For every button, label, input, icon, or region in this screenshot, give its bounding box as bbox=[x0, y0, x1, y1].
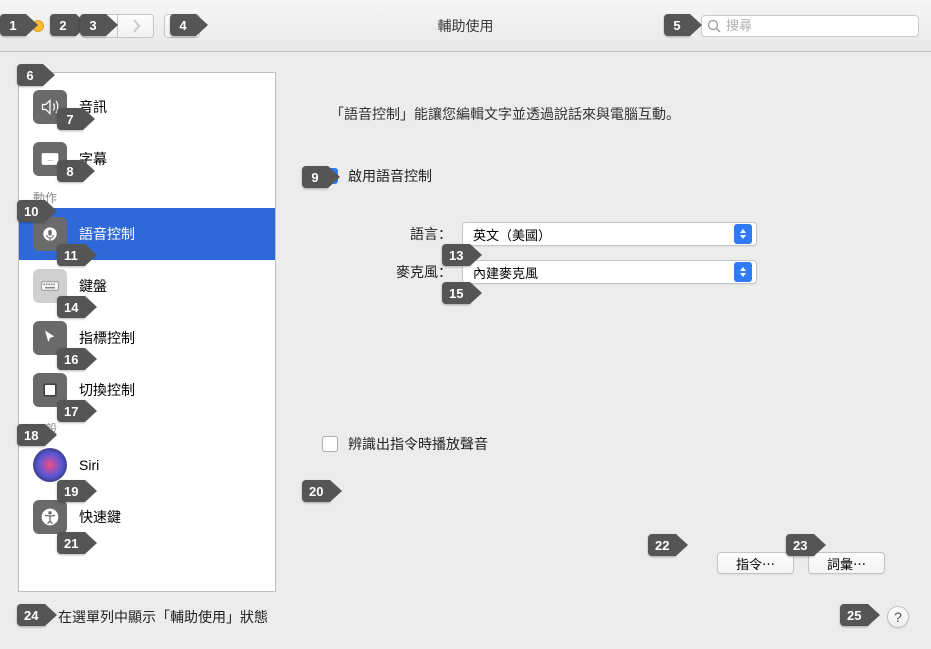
footer: 在選單列中顯示「輔助使用」狀態 ? bbox=[0, 592, 931, 642]
forward-button[interactable] bbox=[118, 14, 154, 38]
search-field-wrap bbox=[701, 15, 919, 37]
sidebar-item-pointer-control[interactable]: 指標控制 bbox=[19, 312, 275, 364]
sidebar-item-label: 指標控制 bbox=[79, 328, 135, 348]
intro-text: 「語音控制」能讓您編輯文字並透過說話來與電腦互動。 bbox=[322, 104, 885, 124]
siri-icon bbox=[33, 448, 67, 482]
content-area: 音訊 ⋯ 字幕 動作 語音控制 鍵盤 指標控制 切換控制 一般 Siri bbox=[0, 52, 931, 592]
window-title: 輔助使用 bbox=[438, 16, 494, 36]
language-dropdown[interactable]: 英文（美國） bbox=[462, 222, 757, 246]
sidebar-item-audio[interactable]: 音訊 bbox=[19, 81, 275, 133]
captions-icon: ⋯ bbox=[33, 142, 67, 176]
enable-voice-control-label: 啟用語音控制 bbox=[348, 166, 432, 186]
commands-button[interactable]: 指令⋯ bbox=[717, 552, 794, 574]
minimize-window-button[interactable] bbox=[32, 20, 44, 32]
search-icon bbox=[707, 19, 721, 33]
dropdown-arrows-icon bbox=[734, 224, 752, 244]
zoom-window-button[interactable] bbox=[52, 20, 64, 32]
show-in-menubar-label: 在選單列中顯示「輔助使用」狀態 bbox=[58, 607, 268, 627]
sidebar-item-label: 字幕 bbox=[79, 149, 107, 169]
show-in-menubar-checkbox[interactable] bbox=[22, 609, 38, 625]
sidebar-item-siri[interactable]: Siri bbox=[19, 439, 275, 491]
pointer-icon bbox=[33, 321, 67, 355]
sidebar-item-voice-control[interactable]: 語音控制 bbox=[19, 208, 275, 260]
dropdown-arrows-icon bbox=[734, 262, 752, 282]
sidebar-item-label: 快速鍵 bbox=[79, 507, 121, 527]
sidebar-item-label: 音訊 bbox=[79, 97, 107, 117]
language-row: 語言： 英文（美國） bbox=[322, 222, 885, 246]
microphone-dropdown[interactable]: 內建麥克風 bbox=[462, 260, 757, 284]
sidebar-item-shortcut[interactable]: 快速鍵 bbox=[19, 491, 275, 543]
sidebar-section-general: 一般 bbox=[19, 416, 275, 439]
vocabulary-button[interactable]: 詞彙⋯ bbox=[808, 552, 885, 574]
switch-icon bbox=[33, 373, 67, 407]
keyboard-icon bbox=[33, 269, 67, 303]
sidebar-item-label: Siri bbox=[79, 457, 99, 473]
grid-icon bbox=[174, 20, 190, 32]
window-controls bbox=[12, 20, 64, 32]
close-window-button[interactable] bbox=[12, 20, 24, 32]
voice-control-icon bbox=[33, 217, 67, 251]
sidebar-item-switch-control[interactable]: 切換控制 bbox=[19, 364, 275, 416]
search-input[interactable] bbox=[701, 15, 919, 37]
play-sound-row: 辨識出指令時播放聲音 bbox=[322, 434, 885, 454]
chevron-right-icon bbox=[131, 19, 141, 33]
sidebar-item-label: 切換控制 bbox=[79, 380, 135, 400]
sidebar: 音訊 ⋯ 字幕 動作 語音控制 鍵盤 指標控制 切換控制 一般 Siri bbox=[18, 72, 276, 592]
microphone-row: 麥克風： 內建麥克風 bbox=[322, 260, 885, 284]
nav-buttons bbox=[82, 14, 154, 38]
language-label: 語言： bbox=[322, 224, 462, 244]
speaker-icon bbox=[33, 90, 67, 124]
sidebar-item-label: 鍵盤 bbox=[79, 276, 107, 296]
main-panel: 「語音控制」能讓您編輯文字並透過說話來與電腦互動。 啟用語音控制 語言： 英文（… bbox=[294, 72, 913, 592]
enable-voice-control-checkbox[interactable] bbox=[322, 168, 338, 184]
accessibility-icon bbox=[33, 500, 67, 534]
enable-voice-control-row: 啟用語音控制 bbox=[322, 166, 885, 186]
help-button[interactable]: ? bbox=[887, 606, 909, 628]
sidebar-item-label: 語音控制 bbox=[79, 224, 135, 244]
sidebar-item-captions[interactable]: ⋯ 字幕 bbox=[19, 133, 275, 185]
play-sound-checkbox[interactable] bbox=[322, 436, 338, 452]
microphone-value: 內建麥克風 bbox=[473, 263, 734, 282]
show-all-button[interactable] bbox=[164, 14, 200, 38]
back-button[interactable] bbox=[82, 14, 118, 38]
microphone-label: 麥克風： bbox=[322, 262, 462, 282]
svg-text:⋯: ⋯ bbox=[47, 158, 53, 164]
titlebar: 輔助使用 bbox=[0, 0, 931, 52]
sidebar-item-keyboard[interactable]: 鍵盤 bbox=[19, 260, 275, 312]
button-row: 指令⋯ 詞彙⋯ bbox=[717, 552, 885, 574]
language-value: 英文（美國） bbox=[473, 225, 734, 244]
chevron-left-icon bbox=[95, 19, 105, 33]
sidebar-section-motor: 動作 bbox=[19, 185, 275, 208]
play-sound-label: 辨識出指令時播放聲音 bbox=[348, 434, 488, 454]
